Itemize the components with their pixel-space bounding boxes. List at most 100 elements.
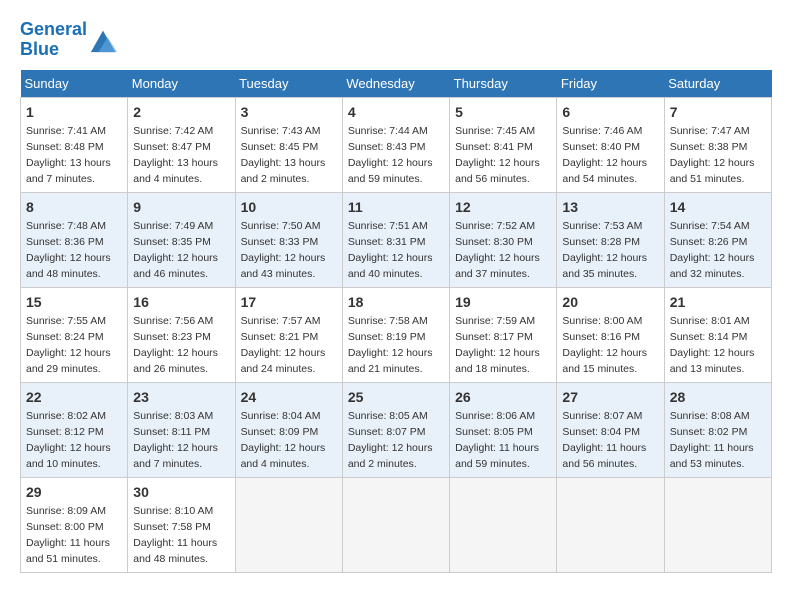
weekday-header: Thursday <box>450 70 557 98</box>
day-number: 22 <box>26 387 122 407</box>
calendar-day-cell: 28 Sunrise: 8:08 AMSunset: 8:02 PMDaylig… <box>664 382 771 477</box>
day-number: 27 <box>562 387 658 407</box>
day-number: 13 <box>562 197 658 217</box>
page-header: GeneralBlue <box>20 20 772 60</box>
day-info: Sunrise: 8:05 AMSunset: 8:07 PMDaylight:… <box>348 410 433 470</box>
day-number: 5 <box>455 102 551 122</box>
calendar-day-cell: 19 Sunrise: 7:59 AMSunset: 8:17 PMDaylig… <box>450 287 557 382</box>
calendar-day-cell: 8 Sunrise: 7:48 AMSunset: 8:36 PMDayligh… <box>21 192 128 287</box>
calendar-week-row: 22 Sunrise: 8:02 AMSunset: 8:12 PMDaylig… <box>21 382 772 477</box>
day-info: Sunrise: 7:54 AMSunset: 8:26 PMDaylight:… <box>670 220 755 280</box>
day-info: Sunrise: 7:46 AMSunset: 8:40 PMDaylight:… <box>562 125 647 185</box>
calendar-day-cell: 25 Sunrise: 8:05 AMSunset: 8:07 PMDaylig… <box>342 382 449 477</box>
calendar-day-cell: 11 Sunrise: 7:51 AMSunset: 8:31 PMDaylig… <box>342 192 449 287</box>
day-info: Sunrise: 7:57 AMSunset: 8:21 PMDaylight:… <box>241 315 326 375</box>
calendar-day-cell: 29 Sunrise: 8:09 AMSunset: 8:00 PMDaylig… <box>21 477 128 572</box>
day-number: 25 <box>348 387 444 407</box>
day-number: 19 <box>455 292 551 312</box>
calendar-day-cell <box>557 477 664 572</box>
weekday-header: Tuesday <box>235 70 342 98</box>
day-info: Sunrise: 7:41 AMSunset: 8:48 PMDaylight:… <box>26 125 111 185</box>
day-number: 14 <box>670 197 766 217</box>
weekday-header: Saturday <box>664 70 771 98</box>
day-info: Sunrise: 8:00 AMSunset: 8:16 PMDaylight:… <box>562 315 647 375</box>
day-info: Sunrise: 8:08 AMSunset: 8:02 PMDaylight:… <box>670 410 754 470</box>
calendar-day-cell: 10 Sunrise: 7:50 AMSunset: 8:33 PMDaylig… <box>235 192 342 287</box>
weekday-header: Monday <box>128 70 235 98</box>
day-info: Sunrise: 8:04 AMSunset: 8:09 PMDaylight:… <box>241 410 326 470</box>
calendar-week-row: 29 Sunrise: 8:09 AMSunset: 8:00 PMDaylig… <box>21 477 772 572</box>
weekday-header: Wednesday <box>342 70 449 98</box>
day-number: 9 <box>133 197 229 217</box>
calendar-day-cell: 22 Sunrise: 8:02 AMSunset: 8:12 PMDaylig… <box>21 382 128 477</box>
day-info: Sunrise: 7:42 AMSunset: 8:47 PMDaylight:… <box>133 125 218 185</box>
day-number: 7 <box>670 102 766 122</box>
day-info: Sunrise: 7:55 AMSunset: 8:24 PMDaylight:… <box>26 315 111 375</box>
day-number: 23 <box>133 387 229 407</box>
calendar-week-row: 1 Sunrise: 7:41 AMSunset: 8:48 PMDayligh… <box>21 97 772 192</box>
day-info: Sunrise: 7:58 AMSunset: 8:19 PMDaylight:… <box>348 315 433 375</box>
calendar-day-cell: 13 Sunrise: 7:53 AMSunset: 8:28 PMDaylig… <box>557 192 664 287</box>
calendar-day-cell: 2 Sunrise: 7:42 AMSunset: 8:47 PMDayligh… <box>128 97 235 192</box>
calendar-day-cell: 21 Sunrise: 8:01 AMSunset: 8:14 PMDaylig… <box>664 287 771 382</box>
calendar-day-cell: 24 Sunrise: 8:04 AMSunset: 8:09 PMDaylig… <box>235 382 342 477</box>
day-number: 4 <box>348 102 444 122</box>
day-info: Sunrise: 7:56 AMSunset: 8:23 PMDaylight:… <box>133 315 218 375</box>
logo-text: GeneralBlue <box>20 20 87 60</box>
day-info: Sunrise: 7:50 AMSunset: 8:33 PMDaylight:… <box>241 220 326 280</box>
day-info: Sunrise: 7:43 AMSunset: 8:45 PMDaylight:… <box>241 125 326 185</box>
calendar-day-cell <box>342 477 449 572</box>
day-info: Sunrise: 7:48 AMSunset: 8:36 PMDaylight:… <box>26 220 111 280</box>
day-number: 20 <box>562 292 658 312</box>
logo-icon <box>89 26 117 54</box>
day-info: Sunrise: 8:06 AMSunset: 8:05 PMDaylight:… <box>455 410 539 470</box>
day-info: Sunrise: 7:52 AMSunset: 8:30 PMDaylight:… <box>455 220 540 280</box>
day-number: 26 <box>455 387 551 407</box>
day-number: 11 <box>348 197 444 217</box>
calendar-table: SundayMondayTuesdayWednesdayThursdayFrid… <box>20 70 772 573</box>
day-number: 16 <box>133 292 229 312</box>
day-number: 10 <box>241 197 337 217</box>
day-info: Sunrise: 8:09 AMSunset: 8:00 PMDaylight:… <box>26 505 110 565</box>
calendar-day-cell: 7 Sunrise: 7:47 AMSunset: 8:38 PMDayligh… <box>664 97 771 192</box>
calendar-day-cell: 6 Sunrise: 7:46 AMSunset: 8:40 PMDayligh… <box>557 97 664 192</box>
logo: GeneralBlue <box>20 20 117 60</box>
calendar-day-cell: 30 Sunrise: 8:10 AMSunset: 7:58 PMDaylig… <box>128 477 235 572</box>
calendar-day-cell: 4 Sunrise: 7:44 AMSunset: 8:43 PMDayligh… <box>342 97 449 192</box>
day-number: 28 <box>670 387 766 407</box>
day-number: 18 <box>348 292 444 312</box>
calendar-day-cell: 15 Sunrise: 7:55 AMSunset: 8:24 PMDaylig… <box>21 287 128 382</box>
day-number: 1 <box>26 102 122 122</box>
day-info: Sunrise: 7:59 AMSunset: 8:17 PMDaylight:… <box>455 315 540 375</box>
day-info: Sunrise: 7:53 AMSunset: 8:28 PMDaylight:… <box>562 220 647 280</box>
day-info: Sunrise: 7:49 AMSunset: 8:35 PMDaylight:… <box>133 220 218 280</box>
day-info: Sunrise: 8:02 AMSunset: 8:12 PMDaylight:… <box>26 410 111 470</box>
calendar-day-cell <box>235 477 342 572</box>
day-number: 12 <box>455 197 551 217</box>
day-number: 15 <box>26 292 122 312</box>
calendar-day-cell: 23 Sunrise: 8:03 AMSunset: 8:11 PMDaylig… <box>128 382 235 477</box>
day-number: 17 <box>241 292 337 312</box>
day-number: 21 <box>670 292 766 312</box>
day-number: 24 <box>241 387 337 407</box>
day-info: Sunrise: 7:44 AMSunset: 8:43 PMDaylight:… <box>348 125 433 185</box>
calendar-day-cell: 3 Sunrise: 7:43 AMSunset: 8:45 PMDayligh… <box>235 97 342 192</box>
day-info: Sunrise: 8:01 AMSunset: 8:14 PMDaylight:… <box>670 315 755 375</box>
calendar-day-cell: 18 Sunrise: 7:58 AMSunset: 8:19 PMDaylig… <box>342 287 449 382</box>
day-info: Sunrise: 8:07 AMSunset: 8:04 PMDaylight:… <box>562 410 646 470</box>
calendar-day-cell: 9 Sunrise: 7:49 AMSunset: 8:35 PMDayligh… <box>128 192 235 287</box>
weekday-header-row: SundayMondayTuesdayWednesdayThursdayFrid… <box>21 70 772 98</box>
day-number: 8 <box>26 197 122 217</box>
calendar-day-cell: 17 Sunrise: 7:57 AMSunset: 8:21 PMDaylig… <box>235 287 342 382</box>
calendar-week-row: 15 Sunrise: 7:55 AMSunset: 8:24 PMDaylig… <box>21 287 772 382</box>
calendar-day-cell: 20 Sunrise: 8:00 AMSunset: 8:16 PMDaylig… <box>557 287 664 382</box>
day-number: 6 <box>562 102 658 122</box>
day-number: 3 <box>241 102 337 122</box>
day-info: Sunrise: 8:10 AMSunset: 7:58 PMDaylight:… <box>133 505 217 565</box>
calendar-day-cell: 14 Sunrise: 7:54 AMSunset: 8:26 PMDaylig… <box>664 192 771 287</box>
calendar-day-cell: 26 Sunrise: 8:06 AMSunset: 8:05 PMDaylig… <box>450 382 557 477</box>
weekday-header: Sunday <box>21 70 128 98</box>
calendar-day-cell: 16 Sunrise: 7:56 AMSunset: 8:23 PMDaylig… <box>128 287 235 382</box>
calendar-week-row: 8 Sunrise: 7:48 AMSunset: 8:36 PMDayligh… <box>21 192 772 287</box>
calendar-day-cell: 12 Sunrise: 7:52 AMSunset: 8:30 PMDaylig… <box>450 192 557 287</box>
